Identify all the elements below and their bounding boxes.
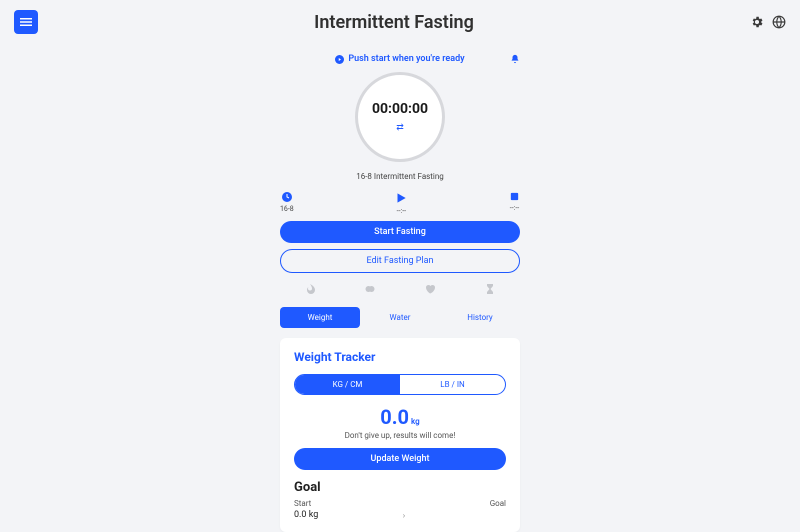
weight-value: 0.0 — [380, 405, 409, 429]
menu-button[interactable] — [14, 10, 38, 34]
page-title: Intermittent Fasting — [314, 12, 474, 33]
brain-icon — [364, 283, 376, 295]
start-fasting-button[interactable]: Start Fasting — [280, 221, 520, 243]
swap-icon[interactable]: ⇄ — [396, 123, 404, 133]
play-circle-icon — [335, 55, 344, 64]
fire-icon — [304, 283, 316, 295]
bell-icon[interactable] — [510, 54, 520, 64]
settings-icon[interactable] — [750, 15, 764, 29]
goal-target: Goal — [490, 499, 506, 520]
weight-tracker-title: Weight Tracker — [294, 350, 506, 364]
plan-name: 16-8 Intermittent Fasting — [356, 172, 444, 181]
language-icon[interactable] — [772, 15, 786, 29]
tab-history[interactable]: History — [440, 307, 520, 328]
play-control[interactable]: --:-- — [394, 191, 408, 215]
update-weight-button[interactable]: Update Weight — [294, 448, 506, 470]
goal-heading: Goal — [294, 480, 506, 495]
timer-circle: 00:00:00 ⇄ — [355, 72, 445, 162]
plan-selector[interactable]: 16-8 — [280, 191, 294, 213]
heart-icon — [424, 283, 436, 295]
clock-icon — [281, 191, 293, 203]
weight-unit: kg — [411, 417, 420, 426]
unit-lb-button[interactable]: LB / IN — [400, 375, 505, 394]
goal-start: Start 0.0 kg — [294, 499, 318, 520]
unit-kg-button[interactable]: KG / CM — [295, 375, 400, 394]
edit-goal-chevron[interactable]: › — [403, 511, 405, 520]
status-text: Push start when you're ready — [335, 54, 464, 64]
edit-plan-button[interactable]: Edit Fasting Plan — [280, 249, 520, 273]
weight-tracker-card: Weight Tracker KG / CM LB / IN 0.0kg Don… — [280, 338, 520, 532]
stop-control[interactable]: --:-- — [509, 191, 520, 212]
tab-weight[interactable]: Weight — [280, 307, 360, 328]
timer-value: 00:00:00 — [372, 101, 428, 117]
tab-water[interactable]: Water — [360, 307, 440, 328]
play-icon — [394, 191, 408, 205]
hourglass-icon — [484, 283, 496, 295]
motivation-text: Don't give up, results will come! — [294, 431, 506, 440]
stop-icon — [509, 191, 520, 202]
